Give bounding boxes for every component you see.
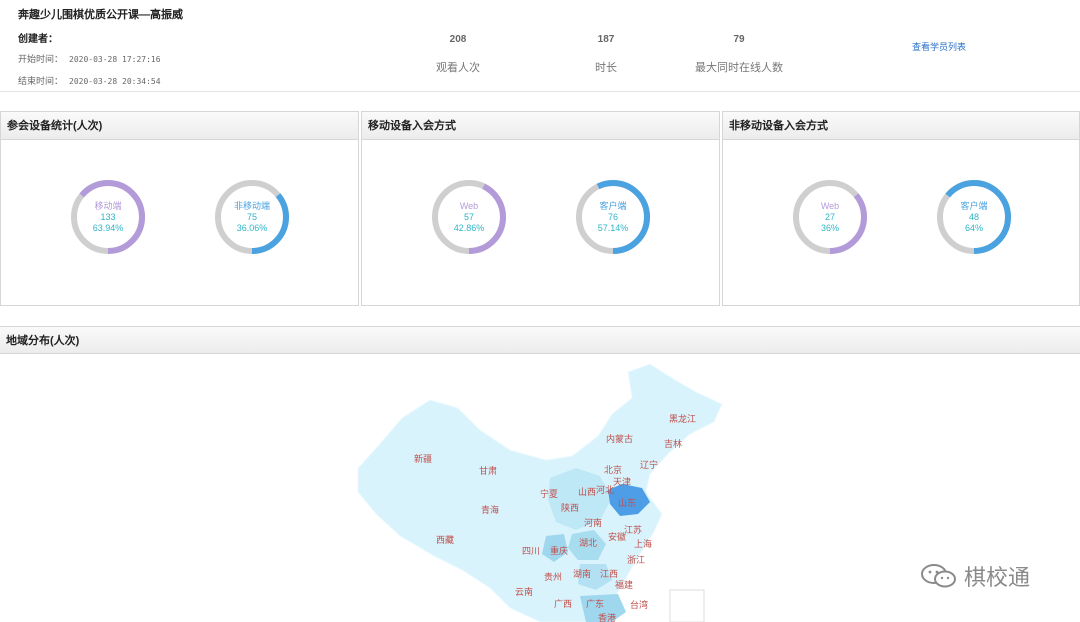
donut-count: 75	[246, 212, 257, 222]
china-map[interactable]: 黑龙江 吉林 内蒙古 辽宁 新疆 甘肃 北京 天津 河北 宁夏 山西 山东 青海…	[350, 358, 740, 622]
course-title: 奔趣少儿围棋优质公开课—高振威	[18, 9, 183, 21]
province-label: 上海	[634, 539, 653, 549]
donut-count: 27	[824, 212, 835, 222]
province-label: 云南	[515, 587, 534, 597]
province-label: 甘肃	[479, 466, 498, 476]
donut-count: 48	[968, 212, 979, 222]
end-time-row: 结束时间： 2020-03-28 20:34:54	[18, 74, 161, 87]
panel-title: 参会设备统计(人次)	[1, 112, 358, 140]
stat-max-online: 79 最大同时在线人数	[679, 34, 799, 75]
stat-max-online-label: 最大同时在线人数	[695, 62, 783, 74]
stat-views: 208 观看人次	[398, 34, 518, 75]
province-label: 福建	[615, 580, 634, 590]
donut-category: Web	[459, 201, 479, 211]
province-label: 河南	[584, 518, 603, 528]
course-summary-header: 奔趣少儿围棋优质公开课—高振威 创建者： 开始时间： 2020-03-28 17:…	[0, 0, 1080, 92]
province-label: 河北	[596, 485, 615, 495]
donut-label: Web 27 36%	[790, 201, 870, 234]
watermark: 棋校通	[920, 560, 1030, 592]
donut-percent: 36%	[820, 223, 839, 233]
province-label: 江苏	[624, 525, 643, 535]
stat-duration-label: 时长	[595, 62, 617, 74]
donut-chart: 客户端 76 57.14%	[573, 177, 653, 257]
province-label: 辽宁	[640, 460, 659, 470]
province-label: 四川	[522, 546, 541, 556]
donut-category: 客户端	[960, 201, 988, 211]
donut-category: 非移动端	[233, 201, 270, 211]
donut-label: 非移动端 75 36.06%	[212, 201, 292, 234]
donut-percent: 64%	[964, 223, 983, 233]
province-label: 吉林	[664, 439, 683, 449]
province-label: 新疆	[414, 454, 433, 464]
province-label: 西藏	[436, 535, 455, 545]
start-time-row: 开始时间： 2020-03-28 17:27:16	[18, 52, 161, 65]
donut-count: 133	[100, 212, 116, 222]
end-time-value: 2020-03-28 20:34:54	[69, 77, 161, 86]
start-time-label: 开始时间：	[18, 54, 64, 64]
donut-category: 移动端	[94, 201, 122, 211]
stat-views-value: 208	[449, 34, 467, 45]
province-label: 浙江	[627, 555, 646, 565]
donut-percent: 42.86%	[453, 223, 485, 233]
donut-category: Web	[820, 201, 840, 211]
province-label: 贵州	[544, 572, 563, 582]
donut-chart: 客户端 48 64%	[934, 177, 1014, 257]
province-label: 广东	[586, 599, 605, 609]
end-time-label: 结束时间：	[18, 76, 64, 86]
donut-chart: 非移动端 75 36.06%	[212, 177, 292, 257]
view-student-list-link[interactable]: 查看学员列表	[912, 40, 966, 53]
province-label: 湖南	[573, 569, 592, 579]
donut-percent: 63.94%	[92, 223, 124, 233]
donut-label: 移动端 133 63.94%	[68, 201, 148, 234]
wechat-icon	[921, 564, 956, 588]
province-label: 内蒙古	[606, 434, 634, 444]
donut-chart: Web 57 42.86%	[429, 177, 509, 257]
donut-percent: 36.06%	[236, 223, 268, 233]
donut-label: 客户端 76 57.14%	[573, 201, 653, 234]
province-label: 湖北	[579, 538, 598, 548]
device-stats-panel: 参会设备统计(人次) 移动端 133 63.94% 非移动端 75 36.06%	[0, 111, 359, 306]
province-label: 陕西	[561, 503, 580, 513]
province-label: 天津	[613, 477, 632, 487]
province-label: 山西	[578, 487, 597, 497]
stat-max-online-value: 79	[733, 34, 745, 45]
region-distribution-title: 地域分布(人次)	[0, 326, 1080, 354]
stat-duration-value: 187	[597, 34, 615, 45]
province-label: 黑龙江	[669, 414, 697, 424]
province-label: 山东	[618, 498, 637, 508]
province-label: 青海	[481, 505, 500, 515]
donut-label: Web 57 42.86%	[429, 201, 509, 234]
donut-count: 76	[607, 212, 618, 222]
watermark-text: 棋校通	[964, 565, 1031, 590]
province-label: 安徽	[608, 532, 627, 542]
panel-title: 非移动设备入会方式	[723, 112, 1079, 140]
donut-count: 57	[463, 212, 474, 222]
province-label: 香港	[598, 613, 617, 622]
panel-title: 移动设备入会方式	[362, 112, 719, 140]
creator-label: 创建者：	[18, 34, 58, 45]
province-label: 广西	[554, 599, 573, 609]
mobile-join-panel: 移动设备入会方式 Web 57 42.86% 客户端 76 57.14%	[361, 111, 720, 306]
stat-views-label: 观看人次	[436, 62, 480, 74]
stat-duration: 187 时长	[546, 34, 666, 75]
donut-category: 客户端	[599, 201, 627, 211]
donut-chart: Web 27 36%	[790, 177, 870, 257]
donut-label: 客户端 48 64%	[934, 201, 1014, 234]
province-label: 台湾	[630, 600, 649, 610]
non-mobile-join-panel: 非移动设备入会方式 Web 27 36% 客户端 48 64%	[722, 111, 1080, 306]
start-time-value: 2020-03-28 17:27:16	[69, 55, 161, 64]
donut-chart: 移动端 133 63.94%	[68, 177, 148, 257]
province-label: 宁夏	[540, 489, 559, 499]
donut-percent: 57.14%	[597, 223, 629, 233]
province-label: 重庆	[550, 546, 569, 556]
